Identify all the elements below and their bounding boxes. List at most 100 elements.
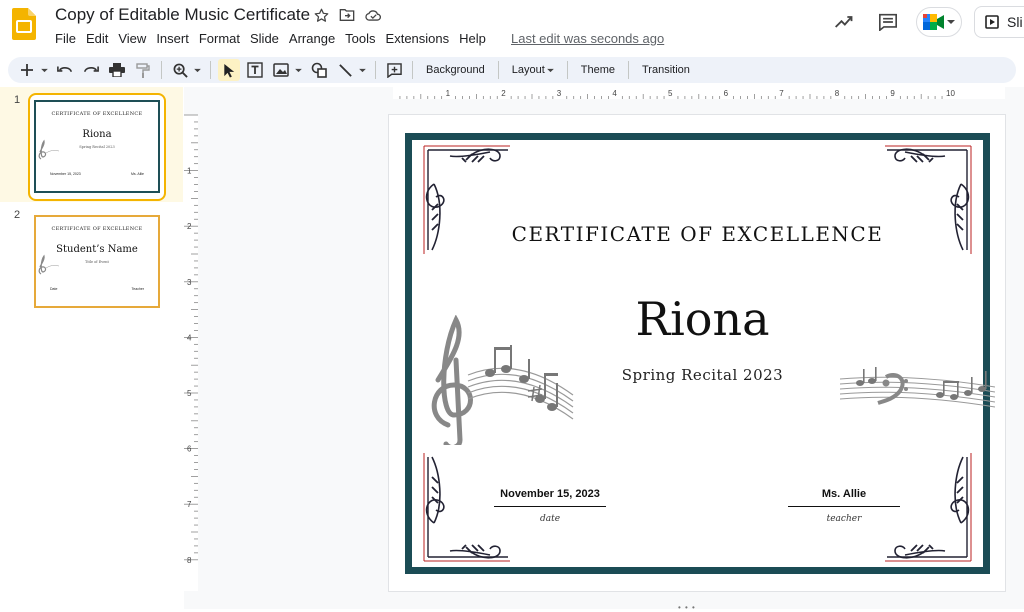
main-toolbar: Background Layout Theme Transition — [8, 57, 1016, 83]
signature-line — [788, 506, 900, 507]
slide-filmstrip: 1 CERTIFICATE OF EXCELLENCE Riona Spring… — [0, 87, 183, 609]
ruler-label: 5 — [668, 89, 673, 98]
text-box-icon[interactable] — [244, 59, 266, 81]
select-cursor-icon[interactable] — [218, 59, 240, 81]
certificate-heading[interactable]: CERTIFICATE OF EXCELLENCE — [412, 222, 983, 246]
recipient-name[interactable]: Riona — [412, 292, 983, 346]
meet-button[interactable] — [916, 7, 962, 37]
undo-icon[interactable] — [54, 59, 76, 81]
ruler-label: 5 — [187, 389, 192, 398]
slide-number: 2 — [14, 209, 21, 221]
vertical-ruler[interactable]: 1 2 3 4 5 6 7 8 — [184, 99, 198, 599]
ruler-label: 2 — [187, 222, 192, 231]
comment-icon[interactable] — [872, 6, 904, 38]
speaker-notes-handle[interactable]: • • • — [678, 603, 696, 612]
document-title[interactable]: Copy of Editable Music Certificate — [55, 5, 310, 25]
menu-edit[interactable]: Edit — [81, 30, 113, 47]
redo-icon[interactable] — [80, 59, 102, 81]
ruler-label: 3 — [557, 89, 562, 98]
menu-tools[interactable]: Tools — [340, 30, 380, 47]
menu-slide[interactable]: Slide — [245, 30, 284, 47]
cloud-saved-icon[interactable] — [364, 6, 382, 24]
activity-trend-icon[interactable] — [828, 6, 860, 38]
ruler-label: 9 — [890, 89, 895, 98]
toolbar-divider — [210, 61, 211, 79]
chevron-down-icon — [947, 20, 955, 24]
slideshow-button[interactable]: Sli — [974, 6, 1024, 38]
menu-help[interactable]: Help — [454, 30, 491, 47]
thumbnail-teacher: Teacher — [131, 287, 144, 291]
layout-label: Layout — [511, 64, 545, 76]
present-icon — [985, 15, 999, 29]
horizontal-ruler[interactable]: 1 2 3 4 5 6 7 8 9 10 — [205, 87, 1005, 99]
image-icon[interactable] — [270, 59, 292, 81]
toolbar-divider — [628, 61, 629, 79]
ruler-label: 8 — [187, 556, 192, 565]
add-comment-icon[interactable] — [383, 59, 405, 81]
theme-button[interactable]: Theme — [573, 64, 623, 76]
menu-format[interactable]: Format — [194, 30, 245, 47]
menu-view[interactable]: View — [113, 30, 151, 47]
treble-clef-icon — [38, 254, 60, 275]
ruler-label: 8 — [835, 89, 840, 98]
slide-thumbnail-2[interactable]: CERTIFICATE OF EXCELLENCE Student’s Name… — [30, 210, 164, 314]
toolbar-divider — [566, 61, 568, 79]
signature-line — [494, 506, 606, 507]
toolbar-divider — [375, 61, 376, 79]
treble-clef-icon — [38, 139, 60, 160]
chevron-down-icon[interactable] — [40, 59, 48, 81]
date-value[interactable]: November 15, 2023 — [494, 488, 606, 502]
teacher-value[interactable]: Ms. Allie — [788, 488, 900, 502]
zoom-icon[interactable] — [169, 59, 191, 81]
meet-icon — [923, 14, 944, 30]
event-subtitle[interactable]: Spring Recital 2023 — [412, 366, 983, 384]
chevron-down-icon[interactable] — [294, 59, 302, 81]
toolbar-divider — [161, 61, 162, 79]
menu-file[interactable]: File — [50, 30, 81, 47]
ruler-label: 2 — [501, 89, 506, 98]
toolbar-divider — [412, 61, 413, 79]
teacher-signature-block[interactable]: Ms. Allie teacher — [788, 488, 900, 524]
app-header: Copy of Editable Music Certificate File … — [0, 0, 1024, 54]
menu-insert[interactable]: Insert — [151, 30, 194, 47]
thumbnail-heading: CERTIFICATE OF EXCELLENCE — [51, 111, 143, 117]
new-slide-icon[interactable] — [16, 59, 38, 81]
chevron-down-icon[interactable] — [193, 59, 201, 81]
slide-canvas[interactable]: CERTIFICATE OF EXCELLENCE Riona Spring R… — [389, 115, 1005, 591]
print-icon[interactable] — [106, 59, 128, 81]
thumbnail-date: November 15, 2023 — [50, 172, 81, 176]
move-to-folder-icon[interactable] — [338, 6, 356, 24]
title-actions — [312, 6, 382, 24]
ruler-label: 4 — [612, 89, 617, 98]
slide-thumbnail-1[interactable]: CERTIFICATE OF EXCELLENCE Riona Spring R… — [28, 93, 166, 201]
slides-logo-icon[interactable] — [12, 8, 36, 40]
background-button[interactable]: Background — [418, 64, 493, 76]
chevron-down-icon[interactable] — [358, 59, 366, 81]
toolbar-divider — [497, 61, 499, 79]
menu-arrange[interactable]: Arrange — [284, 30, 340, 47]
ruler-label: 1 — [187, 167, 192, 176]
menu-bar: File Edit View Insert Format Slide Arran… — [50, 30, 491, 47]
header-right-actions: Sli — [828, 6, 1024, 38]
date-label: date — [539, 514, 561, 524]
shape-icon[interactable] — [308, 59, 330, 81]
date-signature-block[interactable]: November 15, 2023 date — [494, 488, 606, 524]
ruler-label: 6 — [724, 89, 729, 98]
last-edit-link[interactable]: Last edit was seconds ago — [511, 31, 664, 46]
line-icon[interactable] — [334, 59, 356, 81]
slideshow-label: Sli — [1007, 14, 1023, 30]
paint-format-icon[interactable] — [132, 59, 154, 81]
transition-button[interactable]: Transition — [634, 64, 698, 76]
ruler-label: 6 — [187, 445, 192, 454]
certificate-frame[interactable]: CERTIFICATE OF EXCELLENCE Riona Spring R… — [405, 133, 995, 574]
chevron-down-icon — [546, 68, 554, 72]
menu-extensions[interactable]: Extensions — [381, 30, 455, 47]
ruler-label: 7 — [779, 89, 784, 98]
ruler-label: 1 — [446, 89, 451, 98]
ruler-label: 4 — [187, 333, 192, 342]
slide-number: 1 — [14, 94, 21, 106]
ruler-label: 3 — [187, 278, 192, 287]
layout-button[interactable]: Layout — [504, 64, 562, 76]
ruler-label: 10 — [946, 89, 955, 98]
star-icon[interactable] — [312, 6, 330, 24]
